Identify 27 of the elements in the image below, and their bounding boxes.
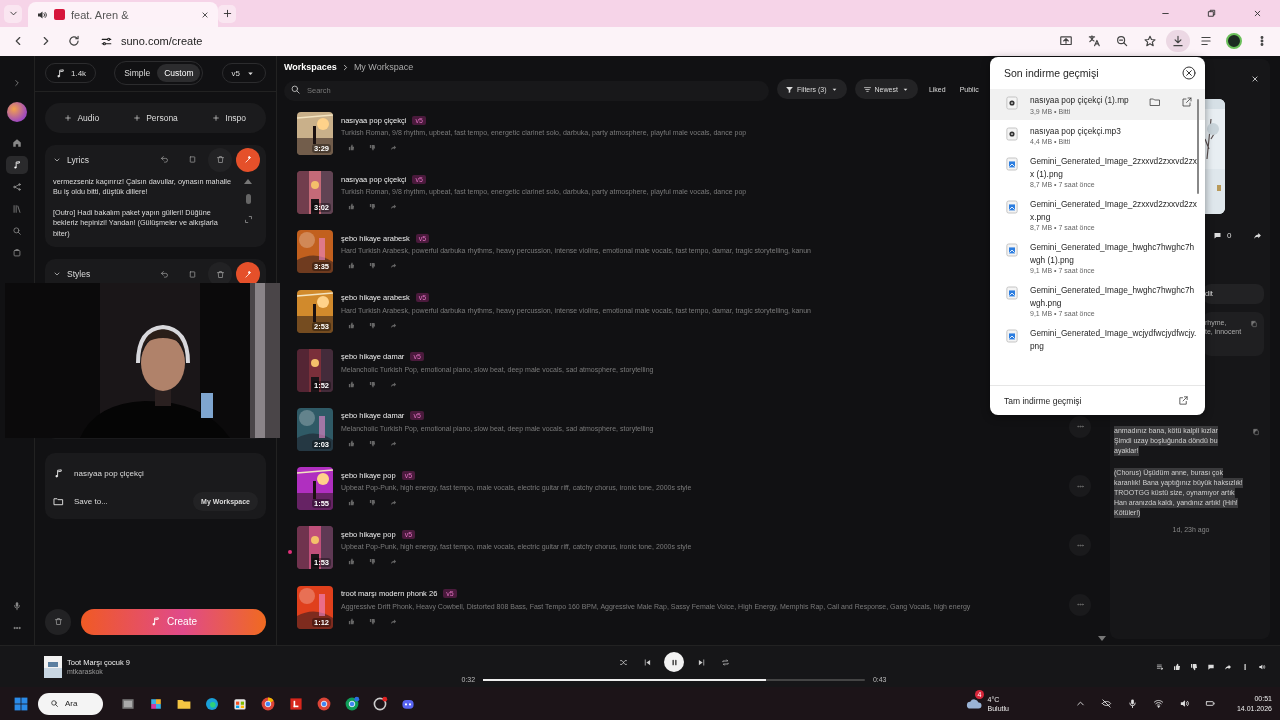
mode-tab[interactable]: Simple — [117, 64, 158, 83]
save-label: Save to... — [74, 496, 108, 506]
tab-title: feat. Aren & — [71, 8, 130, 21]
url-text: suno.com/create — [121, 35, 203, 48]
create-button[interactable]: Create — [81, 608, 266, 635]
add-button[interactable]: Inspo — [192, 102, 266, 133]
song-title: nasıyaa pop çiçekçi — [74, 468, 144, 478]
file-name: Gemini_Generated_Image_wcjydfwcjydfwcjy.png — [1030, 327, 1197, 352]
section-toggle[interactable]: Lyrics — [53, 154, 89, 165]
file-name: nasıyaa pop çiçekçi.mp3 — [1030, 124, 1122, 137]
breadcrumb-link[interactable]: Workspaces — [284, 62, 337, 73]
file-name: Gemini_Generated_Image_hwghc7hwghc7hwgh (1).png — [1030, 241, 1196, 266]
breadcrumb-current: My Workspace — [353, 62, 414, 73]
section-toggle[interactable]: Styles — [53, 269, 91, 280]
full-history-link[interactable]: Tam indirme geçmişi — [990, 385, 1205, 415]
download-item[interactable]: Gemini_Generated_Image_wcjydfwcjydfwcjy.png — [990, 322, 1205, 357]
file-name: Gemini_Generated_Image_2zxxvd2zxxvd2zxx (1).png — [1030, 155, 1197, 180]
comment-count: 0 — [1227, 231, 1232, 241]
mode-tab[interactable]: Custom — [157, 64, 201, 83]
file-name: Gemini_Generated_Image_2zxxvd2zxxvd2zxx.png — [1030, 198, 1197, 223]
file-name: Gemini_Generated_Image_hwghc7hwghc7hwgh.png — [1030, 284, 1196, 309]
popup-title: Son indirme geçmişi — [1004, 67, 1099, 79]
browser-tab[interactable]: feat. Aren & — [28, 2, 218, 27]
search-button[interactable]: Ara — [38, 692, 103, 715]
file-name: nasıyaa pop çiçekçi (1).mp — [1030, 94, 1130, 107]
add-button[interactable]: Persona — [118, 102, 193, 133]
add-button[interactable]: Audio — [45, 102, 119, 133]
